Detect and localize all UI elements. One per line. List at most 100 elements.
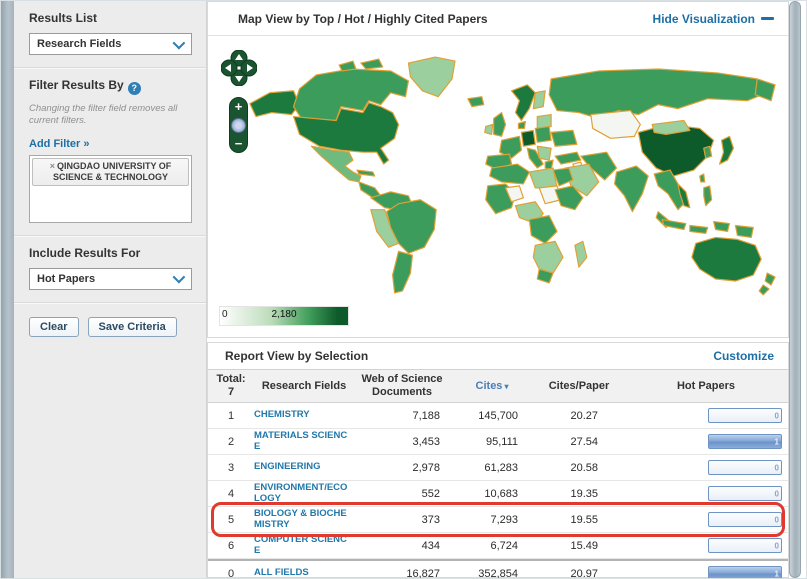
hot-papers-bar[interactable]: 1 bbox=[708, 566, 782, 579]
row-cites-value: 95,111 bbox=[450, 436, 534, 448]
table-row[interactable]: 0 ALL FIELDS 16,827 352,854 20.97 1 bbox=[208, 559, 788, 579]
results-list-heading: Results List bbox=[29, 11, 192, 25]
app-window: Results List Research Fields Filter Resu… bbox=[0, 0, 807, 579]
row-rank: 2 bbox=[208, 436, 254, 448]
hot-papers-value: 0 bbox=[775, 489, 779, 498]
filter-section: Filter Results By? Changing the filter f… bbox=[14, 68, 206, 236]
col-hot-papers: Hot Papers bbox=[624, 380, 788, 392]
hot-papers-value: 1 bbox=[775, 569, 779, 578]
collapse-dash-icon[interactable] bbox=[761, 17, 774, 20]
table-row[interactable]: 1 CHEMISTRY 7,188 145,700 20.27 0 bbox=[208, 403, 788, 429]
map-pan-control[interactable] bbox=[221, 50, 257, 86]
map-countries[interactable] bbox=[250, 57, 775, 295]
hot-papers-bar[interactable]: 0 bbox=[708, 460, 782, 475]
report-title: Report View by Selection bbox=[225, 349, 368, 363]
world-choropleth-map[interactable] bbox=[242, 48, 782, 300]
row-rank: 3 bbox=[208, 462, 254, 474]
remove-filter-icon[interactable]: × bbox=[50, 161, 55, 171]
chevron-down-icon bbox=[173, 271, 186, 284]
row-cites-value: 6,724 bbox=[450, 540, 534, 552]
hot-papers-value: 0 bbox=[775, 463, 779, 472]
include-results-section: Include Results For Hot Papers bbox=[14, 236, 206, 303]
include-results-selected-value: Hot Papers bbox=[37, 273, 95, 285]
row-rank: 1 bbox=[208, 410, 254, 422]
criteria-buttons-section: Clear Save Criteria bbox=[14, 303, 206, 349]
row-hot-papers-cell: 1 bbox=[624, 566, 788, 579]
table-row[interactable]: 4 ENVIRONMENT/ECOLOGY 552 10,683 19.35 0 bbox=[208, 481, 788, 507]
row-hot-papers-cell: 1 bbox=[624, 434, 788, 449]
row-cites-per-paper-value: 20.97 bbox=[534, 568, 624, 579]
results-list-section: Results List Research Fields bbox=[14, 1, 206, 68]
clear-button[interactable]: Clear bbox=[29, 317, 79, 337]
research-field-link[interactable]: BIOLOGY & BIOCHEMISTRY bbox=[254, 509, 354, 530]
row-cites-value: 145,700 bbox=[450, 410, 534, 422]
map-zoom-control: + − bbox=[229, 97, 248, 153]
help-icon[interactable]: ? bbox=[128, 82, 141, 95]
table-row[interactable]: 2 MATERIALS SCIENCE 3,453 95,111 27.54 1 bbox=[208, 429, 788, 455]
filter-tag[interactable]: ×QINGDAO UNIVERSITY OF SCIENCE & TECHNOL… bbox=[32, 158, 189, 187]
col-wos-documents: Web of Science Documents bbox=[354, 373, 450, 398]
add-filter-link[interactable]: Add Filter » bbox=[29, 138, 90, 150]
sidebar: Results List Research Fields Filter Resu… bbox=[14, 1, 207, 578]
customize-link[interactable]: Customize bbox=[713, 349, 774, 363]
globe-reset-icon[interactable] bbox=[231, 118, 246, 133]
research-field-link[interactable]: ALL FIELDS bbox=[254, 568, 354, 578]
col-cites-sort[interactable]: Cites▾ bbox=[450, 380, 534, 392]
hot-papers-value: 0 bbox=[775, 515, 779, 524]
include-results-heading: Include Results For bbox=[29, 246, 192, 260]
report-header: Report View by Selection Customize bbox=[208, 343, 788, 369]
row-hot-papers-cell: 0 bbox=[624, 460, 788, 475]
table-row[interactable]: 5 BIOLOGY & BIOCHEMISTRY 373 7,293 19.55… bbox=[208, 507, 788, 533]
table-row[interactable]: 3 ENGINEERING 2,978 61,283 20.58 0 bbox=[208, 455, 788, 481]
research-field-link[interactable]: ENVIRONMENT/ECOLOGY bbox=[254, 483, 354, 504]
zoom-in-button[interactable]: + bbox=[235, 101, 243, 112]
row-cites-value: 7,293 bbox=[450, 514, 534, 526]
row-rank: 5 bbox=[208, 514, 254, 526]
chevron-down-icon bbox=[173, 36, 186, 49]
filter-tag-label: QINGDAO UNIVERSITY OF SCIENCE & TECHNOLO… bbox=[53, 161, 171, 182]
legend-max-value: 2,180 bbox=[271, 309, 296, 320]
row-docs-value: 16,827 bbox=[354, 568, 450, 579]
save-criteria-button[interactable]: Save Criteria bbox=[88, 317, 177, 337]
right-scrollbar[interactable] bbox=[789, 1, 801, 578]
row-docs-value: 552 bbox=[354, 488, 450, 500]
left-scrollbar[interactable] bbox=[1, 1, 15, 578]
report-card: Report View by Selection Customize Total… bbox=[207, 342, 789, 578]
hot-papers-bar[interactable]: 0 bbox=[708, 538, 782, 553]
hot-papers-bar[interactable]: 0 bbox=[708, 486, 782, 501]
row-docs-value: 373 bbox=[354, 514, 450, 526]
hot-papers-bar[interactable]: 0 bbox=[708, 512, 782, 527]
row-docs-value: 3,453 bbox=[354, 436, 450, 448]
research-field-link[interactable]: ENGINEERING bbox=[254, 462, 354, 472]
hide-visualization-link[interactable]: Hide Visualization bbox=[653, 12, 755, 26]
hot-papers-value: 0 bbox=[775, 541, 779, 550]
main-panel: Map View by Top / Hot / Highly Cited Pap… bbox=[207, 1, 789, 578]
filter-heading-label: Filter Results By bbox=[29, 78, 124, 92]
research-field-link[interactable]: COMPUTER SCIENCE bbox=[254, 535, 354, 556]
sort-descending-icon: ▾ bbox=[504, 382, 508, 391]
hot-papers-bar[interactable]: 0 bbox=[708, 408, 782, 423]
row-hot-papers-cell: 0 bbox=[624, 486, 788, 501]
row-cites-value: 10,683 bbox=[450, 488, 534, 500]
legend-min-value: 0 bbox=[222, 309, 228, 320]
row-hot-papers-cell: 0 bbox=[624, 408, 788, 423]
filter-heading: Filter Results By? bbox=[29, 78, 192, 95]
row-hot-papers-cell: 0 bbox=[624, 512, 788, 527]
results-list-select[interactable]: Research Fields bbox=[29, 33, 192, 55]
row-cites-per-paper-value: 20.58 bbox=[534, 462, 624, 474]
table-row[interactable]: 6 COMPUTER SCIENCE 434 6,724 15.49 0 bbox=[208, 533, 788, 559]
row-rank: 6 bbox=[208, 540, 254, 552]
map-visualization-card: Map View by Top / Hot / Highly Cited Pap… bbox=[207, 1, 789, 338]
zoom-out-button[interactable]: − bbox=[235, 138, 243, 149]
row-hot-papers-cell: 0 bbox=[624, 538, 788, 553]
include-results-select[interactable]: Hot Papers bbox=[29, 268, 192, 290]
map-legend: 0 2,180 bbox=[219, 306, 349, 326]
hot-papers-bar[interactable]: 1 bbox=[708, 434, 782, 449]
research-field-link[interactable]: CHEMISTRY bbox=[254, 410, 354, 420]
row-docs-value: 434 bbox=[354, 540, 450, 552]
map-title: Map View by Top / Hot / Highly Cited Pap… bbox=[238, 12, 488, 26]
research-field-link[interactable]: MATERIALS SCIENCE bbox=[254, 431, 354, 452]
map-body: + − 0 2,180 bbox=[208, 36, 788, 336]
col-cites-per-paper: Cites/Paper bbox=[534, 380, 624, 392]
col-total: Total:7 bbox=[208, 373, 254, 398]
